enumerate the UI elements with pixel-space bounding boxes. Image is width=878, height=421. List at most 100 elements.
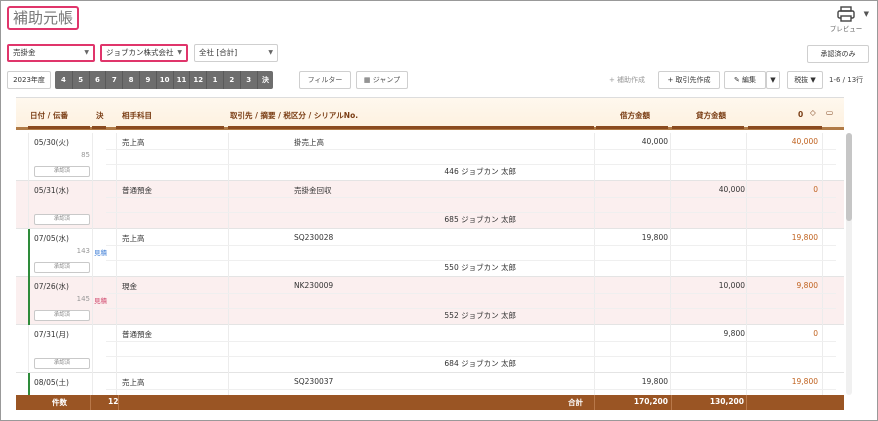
entry-account: 売上高 <box>122 138 145 147</box>
month-tab[interactable]: 2 <box>222 71 240 89</box>
entry-date[interactable]: 05/31(水) <box>34 185 69 196</box>
month-tab[interactable]: 7 <box>105 71 122 89</box>
entry-date[interactable]: 07/05(水) <box>34 233 69 244</box>
filter-button[interactable]: フィルター <box>299 71 351 89</box>
footer-credit-total: 130,200 <box>709 397 744 406</box>
approved-only-button[interactable]: 承認済のみ <box>807 45 869 63</box>
preview-button[interactable]: ▼ プレビュー <box>823 4 869 38</box>
approval-badge[interactable]: 承認済 <box>34 310 90 321</box>
approval-badge[interactable]: 承認済 <box>34 166 90 177</box>
col-description[interactable]: 取引先 / 摘要 / 税区分 / シリアルNo. <box>230 110 358 121</box>
table-body: 05/30(火) 85 承認済 売上高 掛売上高 446 ジョブカン 太郎 40,000 40… <box>16 133 844 398</box>
entry-number: 143 <box>76 247 90 255</box>
cell-divider <box>594 181 595 229</box>
aux-create-button[interactable]: + 補助作成 <box>601 71 653 89</box>
month-tab[interactable]: 5 <box>71 71 89 89</box>
col-rule <box>596 126 668 129</box>
ledger-table: 日付 / 伝番 決 相手科目 取引先 / 摘要 / 税区分 / シリアルNo. … <box>16 97 844 398</box>
month-tab[interactable]: 1 <box>206 71 223 89</box>
cell-divider <box>116 325 117 373</box>
row-divider <box>106 245 836 246</box>
cell-divider <box>92 181 93 229</box>
row-divider <box>106 341 836 342</box>
edit-menu-toggle[interactable]: ▼ <box>766 71 780 89</box>
entry-date[interactable]: 07/26(水) <box>34 281 69 292</box>
month-tab[interactable]: 6 <box>88 71 106 89</box>
preview-label: プレビュー <box>829 25 863 33</box>
entry-date[interactable]: 08/05(土) <box>34 377 69 388</box>
cell-divider <box>92 325 93 373</box>
estimate-link[interactable]: 見積 <box>94 247 107 257</box>
table-scrollbar[interactable] <box>846 133 852 395</box>
status-bar <box>28 277 30 325</box>
footer-count: 12 <box>108 397 119 406</box>
col-settle[interactable]: 決 <box>96 110 104 121</box>
col-debit[interactable]: 借方金額 <box>620 110 650 121</box>
month-tab[interactable]: 12 <box>189 71 206 89</box>
table-row[interactable]: 07/31(月) 承認済 普通預金 684 ジョブカン 太郎 9,800 0 <box>16 325 844 373</box>
account-select-value: 売掛金 <box>13 48 36 57</box>
month-tab[interactable]: 4 <box>55 71 72 89</box>
entry-debit: 19,800 <box>641 377 668 386</box>
entry-date[interactable]: 05/30(火) <box>34 137 69 148</box>
edit-button[interactable]: ✎ 編集 <box>724 71 766 89</box>
scrollbar-thumb[interactable] <box>846 133 852 221</box>
table-header: 日付 / 伝番 決 相手科目 取引先 / 摘要 / 税区分 / シリアルNo. … <box>16 98 844 130</box>
table-row[interactable]: 05/30(火) 85 承認済 売上高 掛売上高 446 ジョブカン 太郎 40,000 40… <box>16 133 844 181</box>
chevron-down-icon: ▼ <box>84 49 89 56</box>
col-credit[interactable]: 貸方金額 <box>696 110 726 121</box>
cell-divider <box>228 229 229 277</box>
entry-balance: 0 <box>813 329 818 338</box>
company-select[interactable]: 全社 [合計] ▼ <box>194 44 278 62</box>
row-divider <box>106 212 836 213</box>
cell-divider <box>228 277 229 325</box>
month-tab[interactable]: 3 <box>239 71 257 89</box>
table-row[interactable]: 07/05(水) 143 見積 承認済 売上高 SQ230028 550 ジョブカン 太郎 1… <box>16 229 844 277</box>
approval-badge[interactable]: 承認済 <box>34 262 90 273</box>
col-date[interactable]: 日付 / 伝番 <box>30 110 68 121</box>
chevron-down-icon: ▼ <box>770 76 776 84</box>
month-tab[interactable]: 11 <box>172 71 190 89</box>
entry-balance: 9,800 <box>796 281 818 290</box>
partner-create-button[interactable]: + 取引先作成 <box>658 71 720 89</box>
jump-button[interactable]: ▦ ジャンプ <box>356 71 408 89</box>
chevron-down-icon: ▼ <box>810 76 816 84</box>
col-balance[interactable]: 0 <box>798 110 803 119</box>
month-tab[interactable]: 決 <box>256 71 274 89</box>
entry-description: NK230009 <box>294 281 334 290</box>
tag-icon[interactable]: ◇ <box>810 108 816 117</box>
estimate-link[interactable]: 見積 <box>94 295 107 305</box>
cell-divider <box>116 133 117 181</box>
approval-badge[interactable]: 承認済 <box>34 214 90 225</box>
tax-select[interactable]: 税抜 ▼ <box>787 71 823 89</box>
partner-select-value: ジョブカン株式会社 <box>106 48 174 57</box>
footer-divider <box>118 395 119 410</box>
chevron-down-icon[interactable]: ▼ <box>864 10 869 18</box>
calendar-icon: ▦ <box>363 76 373 84</box>
partner-select[interactable]: ジョブカン株式会社 ▼ <box>100 44 188 62</box>
col-rule <box>28 126 90 129</box>
entry-description: SQ230037 <box>294 377 334 386</box>
account-select[interactable]: 売掛金 ▼ <box>7 44 95 62</box>
col-rule <box>228 126 594 129</box>
cell-divider <box>116 181 117 229</box>
entry-debit: 19,800 <box>641 233 668 242</box>
table-row[interactable]: 05/31(水) 承認済 普通預金 売掛金回収 685 ジョブカン 太郎 40,000 0 <box>16 181 844 229</box>
cell-divider <box>594 325 595 373</box>
col-account[interactable]: 相手科目 <box>122 110 152 121</box>
tax-select-value: 税抜 <box>794 76 809 84</box>
month-tab[interactable]: 10 <box>155 71 173 89</box>
chevron-down-icon: ▼ <box>177 49 182 56</box>
cell-divider <box>822 181 823 229</box>
approval-badge[interactable]: 承認済 <box>34 358 90 369</box>
month-tab[interactable]: 9 <box>138 71 156 89</box>
table-row[interactable]: 07/26(水) 145 見積 承認済 現金 NK230009 552 ジョブカン 太郎 10… <box>16 277 844 325</box>
entry-balance: 19,800 <box>791 233 818 242</box>
entry-user: 684 ジョブカン 太郎 <box>444 359 516 368</box>
cell-divider <box>228 181 229 229</box>
month-tab[interactable]: 8 <box>122 71 139 89</box>
entry-user: 550 ジョブカン 太郎 <box>444 263 516 272</box>
fiscal-year-button[interactable]: 2023年度 <box>7 71 51 89</box>
memo-icon[interactable]: ▭ <box>826 108 833 117</box>
entry-date[interactable]: 07/31(月) <box>34 329 69 340</box>
